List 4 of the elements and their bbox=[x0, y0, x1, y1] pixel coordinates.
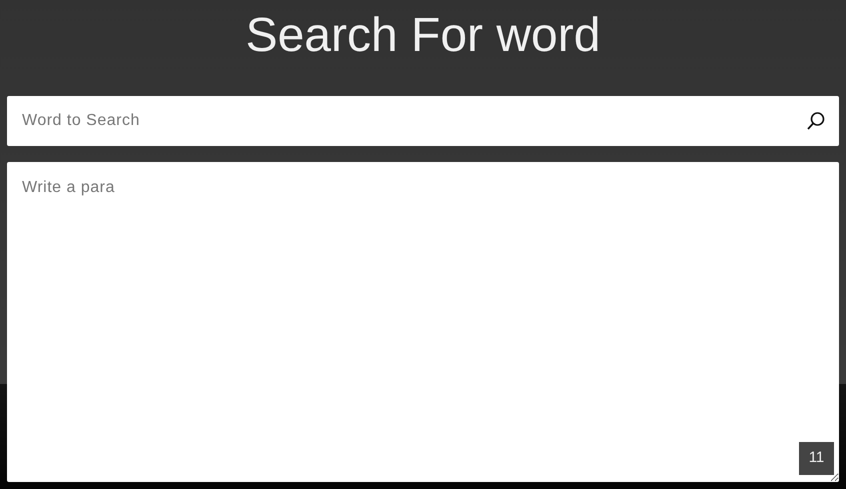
search-icon[interactable] bbox=[806, 111, 826, 131]
page-title: Search For word bbox=[246, 12, 600, 60]
search-field[interactable]: Word to Search bbox=[7, 96, 839, 146]
character-counter: 11 bbox=[799, 442, 834, 475]
